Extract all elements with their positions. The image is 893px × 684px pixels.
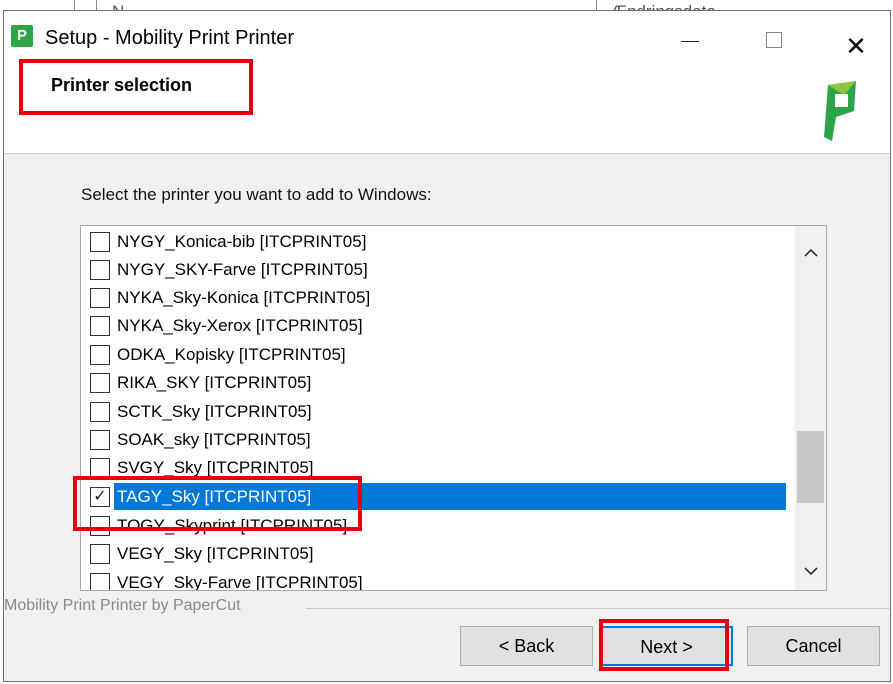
annotation-highlight-box xyxy=(599,619,729,671)
list-item[interactable]: VEGY_Sky-Farve [ITCPRINT05] xyxy=(81,569,795,591)
close-button[interactable]: ✕ xyxy=(826,17,886,61)
vertical-scrollbar[interactable] xyxy=(795,226,826,590)
printer-label: SOAK_sky [ITCPRINT05] xyxy=(117,430,311,449)
list-item[interactable]: NYGY_Konica-bib [ITCPRINT05] xyxy=(81,228,795,256)
branding-text: Mobility Print Printer by PaperCut xyxy=(4,597,241,614)
printer-checkbox[interactable] xyxy=(90,430,110,450)
papercut-logo-icon xyxy=(824,81,856,141)
minimize-button[interactable] xyxy=(659,17,719,53)
list-item[interactable]: SOAK_sky [ITCPRINT05] xyxy=(81,426,795,454)
printer-checkbox[interactable] xyxy=(90,402,110,422)
printer-label: VEGY_Sky [ITCPRINT05] xyxy=(117,544,314,563)
annotation-highlight-box xyxy=(73,476,362,531)
printer-label: NYKA_Sky-Xerox [ITCPRINT05] xyxy=(117,316,363,335)
list-item[interactable]: VEGY_Sky [ITCPRINT05] xyxy=(81,540,795,568)
list-item[interactable]: NYKA_Sky-Konica [ITCPRINT05] xyxy=(81,284,795,312)
printer-label: NYGY_SKY-Farve [ITCPRINT05] xyxy=(117,260,368,279)
printer-checkbox[interactable] xyxy=(90,544,110,564)
maximize-button[interactable] xyxy=(744,17,804,53)
list-item[interactable]: RIKA_SKY [ITCPRINT05] xyxy=(81,369,795,397)
printer-checkbox[interactable] xyxy=(90,458,110,478)
printer-label: NYKA_Sky-Konica [ITCPRINT05] xyxy=(117,288,371,307)
printer-label: RIKA_SKY [ITCPRINT05] xyxy=(117,373,312,392)
wizard-header: Printer selection xyxy=(4,55,890,154)
printer-checkbox[interactable] xyxy=(90,316,110,336)
printer-label: NYGY_Konica-bib [ITCPRINT05] xyxy=(117,232,367,251)
setup-window: P Setup - Mobility Print Printer ✕ Print… xyxy=(3,10,891,682)
app-icon: P xyxy=(11,25,33,47)
printer-label: VEGY_Sky-Farve [ITCPRINT05] xyxy=(117,573,363,591)
printer-checkbox[interactable] xyxy=(90,345,110,365)
cancel-button[interactable]: Cancel xyxy=(747,626,880,666)
printer-checkbox[interactable] xyxy=(90,232,110,252)
printer-list[interactable]: NYGY_Konica-bib [ITCPRINT05] NYGY_SKY-Far… xyxy=(80,225,827,591)
back-button[interactable]: < Back xyxy=(460,626,593,666)
printer-checkbox[interactable] xyxy=(90,573,110,590)
annotation-highlight-box xyxy=(19,59,253,115)
divider xyxy=(306,608,889,609)
printer-checkbox[interactable] xyxy=(90,260,110,280)
scrollbar-thumb[interactable] xyxy=(797,431,824,503)
list-item[interactable]: NYGY_SKY-Farve [ITCPRINT05] xyxy=(81,256,795,284)
scroll-up-arrow-icon[interactable] xyxy=(795,238,826,268)
scroll-down-arrow-icon[interactable] xyxy=(795,556,826,586)
title-bar[interactable]: P Setup - Mobility Print Printer ✕ xyxy=(4,11,890,61)
list-item[interactable]: ODKA_Kopisky [ITCPRINT05] xyxy=(81,341,795,369)
instruction-text: Select the printer you want to add to Wi… xyxy=(81,185,432,204)
printer-checkbox[interactable] xyxy=(90,288,110,308)
printer-label: SCTK_Sky [ITCPRINT05] xyxy=(117,402,312,421)
window-title: Setup - Mobility Print Printer xyxy=(45,27,294,49)
printer-checkbox[interactable] xyxy=(90,373,110,393)
printer-label: ODKA_Kopisky [ITCPRINT05] xyxy=(117,345,346,364)
list-item[interactable]: NYKA_Sky-Xerox [ITCPRINT05] xyxy=(81,312,795,340)
list-item[interactable]: SCTK_Sky [ITCPRINT05] xyxy=(81,398,795,426)
